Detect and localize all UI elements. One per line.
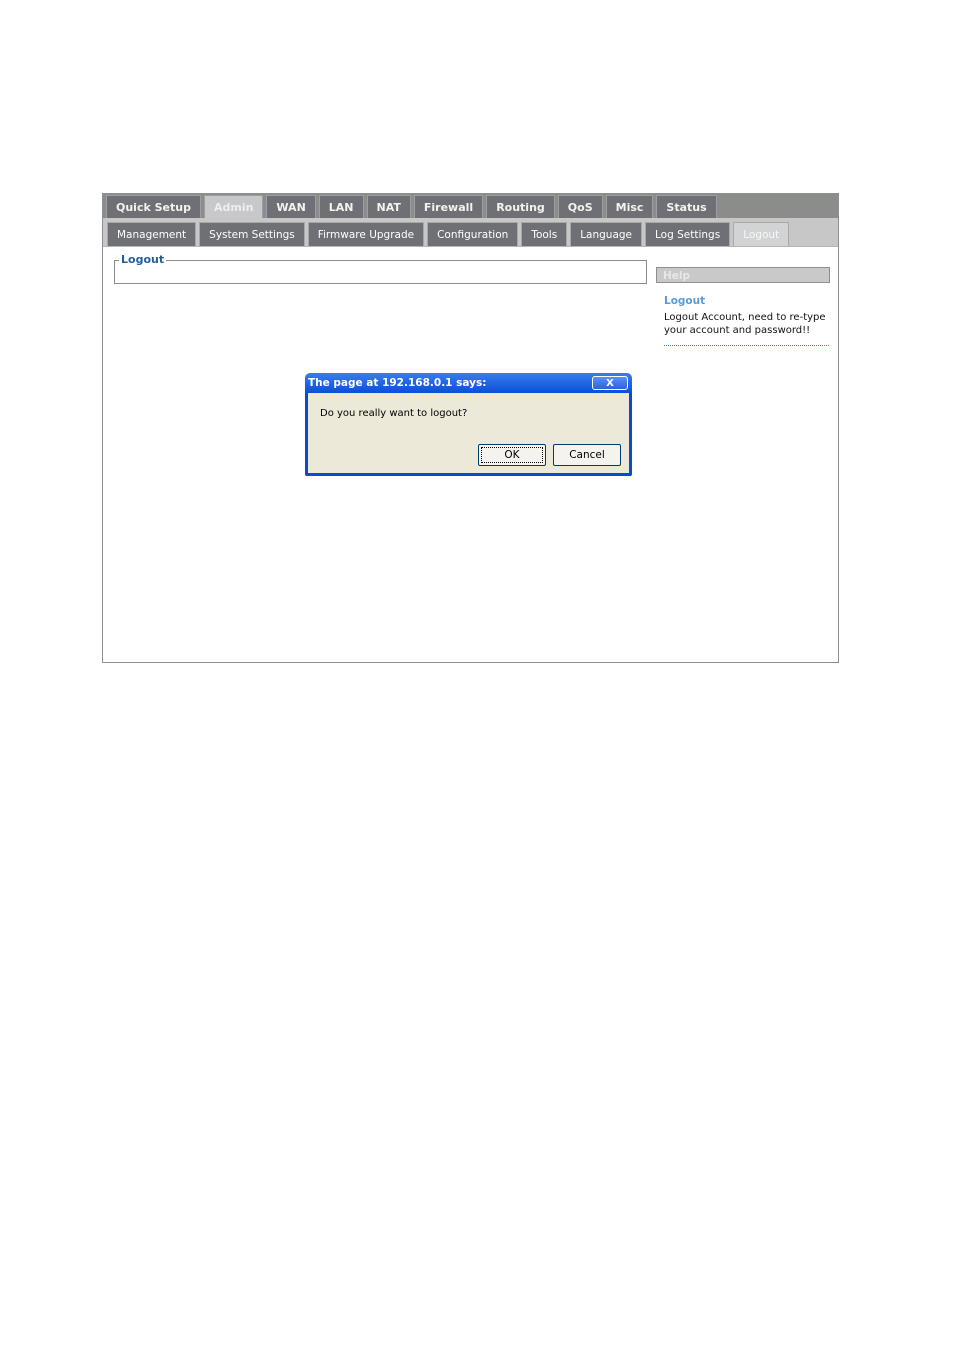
subtab-language[interactable]: Language: [570, 222, 643, 246]
tab-admin[interactable]: Admin: [203, 195, 264, 218]
subtab-logout[interactable]: Logout: [733, 222, 790, 246]
subtab-system-settings[interactable]: System Settings: [199, 222, 305, 246]
tab-status[interactable]: Status: [656, 195, 717, 218]
tab-routing[interactable]: Routing: [486, 195, 555, 218]
close-icon[interactable]: X: [592, 376, 628, 390]
tab-firewall[interactable]: Firewall: [413, 195, 484, 218]
subtab-tools[interactable]: Tools: [521, 222, 568, 246]
ok-button[interactable]: OK: [478, 444, 546, 466]
subtab-management[interactable]: Management: [107, 222, 197, 246]
dialog-message: Do you really want to logout?: [320, 408, 468, 419]
subtab-log-settings[interactable]: Log Settings: [645, 222, 731, 246]
subtab-configuration[interactable]: Configuration: [427, 222, 519, 246]
tab-nat[interactable]: NAT: [366, 195, 411, 218]
help-divider: [664, 345, 829, 346]
dialog-body: Do you really want to logout? OK Cancel: [308, 393, 629, 473]
tab-wan[interactable]: WAN: [266, 195, 316, 218]
logout-fieldset: Logout: [114, 253, 647, 284]
logout-legend: Logout: [119, 253, 167, 266]
subtab-firmware-upgrade[interactable]: Firmware Upgrade: [307, 222, 425, 246]
help-text: Logout Account, need to re-type your acc…: [664, 312, 826, 336]
tab-qos[interactable]: QoS: [557, 195, 603, 218]
dialog-title: The page at 192.168.0.1 says:: [308, 377, 487, 389]
tab-lan[interactable]: LAN: [318, 195, 364, 218]
help-header: Help: [656, 267, 830, 283]
cancel-button[interactable]: Cancel: [553, 444, 621, 466]
dialog-titlebar: The page at 192.168.0.1 says: X: [305, 373, 632, 393]
confirm-dialog: The page at 192.168.0.1 says: X Do you r…: [305, 373, 632, 476]
sub-tab-bar: Management System Settings Firmware Upgr…: [103, 218, 838, 247]
help-title: Logout: [664, 295, 706, 307]
tab-quick-setup[interactable]: Quick Setup: [106, 195, 201, 218]
tab-misc[interactable]: Misc: [605, 195, 654, 218]
main-tab-bar: Quick Setup Admin WAN LAN NAT Firewall R…: [103, 194, 838, 218]
